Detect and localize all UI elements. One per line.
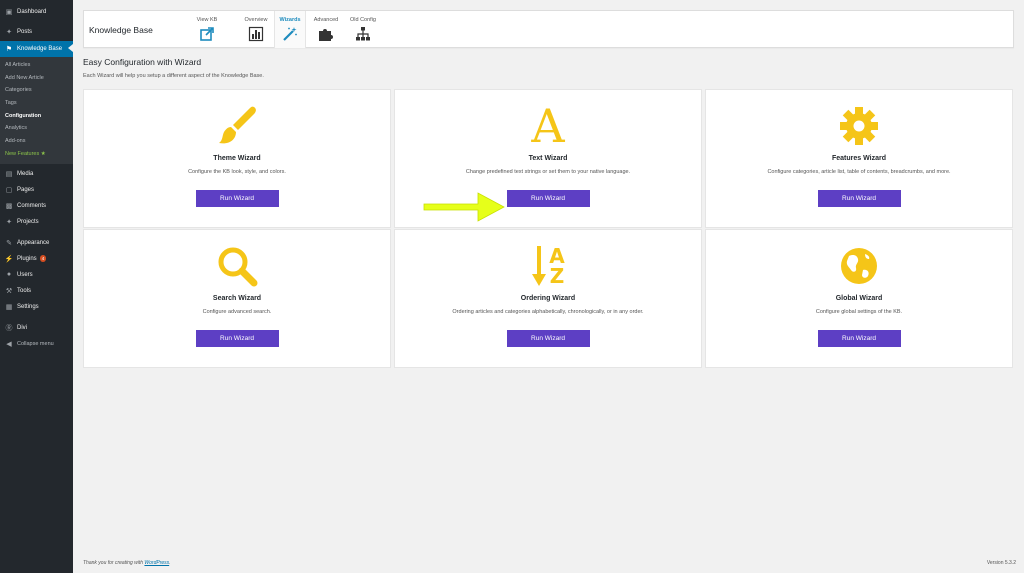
- run-global-wizard-button[interactable]: Run Wizard: [817, 330, 901, 347]
- tab-label: Old Config: [350, 17, 376, 23]
- menu-media[interactable]: ▤ Media: [0, 167, 73, 181]
- wizard-title: Global Wizard: [835, 295, 883, 302]
- collapse-icon: ◀: [6, 340, 12, 348]
- wizard-title: Theme Wizard: [213, 155, 261, 162]
- tab-label: Advanced: [313, 17, 339, 23]
- wizard-card-global: Global Wizard Configure global settings …: [705, 229, 1013, 368]
- media-icon: ▤: [5, 170, 13, 178]
- menu-plugins[interactable]: ⚡ Plugins 4: [0, 252, 73, 266]
- wizard-description: Configure global settings of the KB.: [815, 309, 903, 315]
- tab-view-kb[interactable]: View KB: [190, 11, 224, 48]
- menu-posts[interactable]: ✦ Posts: [0, 25, 73, 39]
- wizard-title: Search Wizard: [212, 295, 262, 302]
- search-icon: [212, 242, 262, 290]
- wizard-title: Features Wizard: [831, 155, 886, 162]
- admin-sidebar: ▣ Dashboard ✦ Posts ⚑ Knowledge Base All Ar…: [0, 0, 73, 573]
- wrench-icon: ⚒: [5, 287, 13, 295]
- sitemap-icon: [356, 27, 370, 41]
- kb-title: Knowledge Base: [89, 25, 153, 35]
- tab-label: Overview: [244, 17, 268, 23]
- plugin-icon: ⚡: [4, 255, 14, 263]
- section-title: Easy Configuration with Wizard: [83, 57, 202, 67]
- menu-users[interactable]: ● Users: [0, 268, 73, 282]
- gear-icon: [834, 102, 884, 150]
- menu-divi[interactable]: Ⓡ Divi: [0, 321, 73, 335]
- tab-old-config[interactable]: Old Config: [346, 11, 380, 48]
- tab-label: Wizards: [279, 17, 301, 23]
- bar-chart-icon: [248, 26, 264, 42]
- sort-glyph-z: Z: [549, 264, 565, 288]
- submenu-configuration[interactable]: Configuration: [0, 110, 73, 123]
- submenu-new-features[interactable]: New Features ★: [0, 148, 73, 161]
- menu-dashboard[interactable]: ▣ Dashboard: [0, 5, 73, 19]
- wizard-description: Configure the KB look, style, and colors…: [188, 169, 286, 175]
- menu-appearance[interactable]: ✎ Appearance: [0, 236, 73, 250]
- tab-advanced[interactable]: Advanced: [310, 11, 342, 48]
- submenu-analytics[interactable]: Analytics: [0, 122, 73, 135]
- menu-tools[interactable]: ⚒ Tools: [0, 284, 73, 298]
- run-features-wizard-button[interactable]: Run Wizard: [817, 190, 901, 207]
- sort-alpha-icon: A Z: [523, 242, 573, 290]
- run-search-wizard-button[interactable]: Run Wizard: [195, 330, 279, 347]
- menu-settings[interactable]: ▦ Settings: [0, 300, 73, 314]
- wizard-description: Configure categories, article list, tabl…: [767, 169, 951, 175]
- menu-pages[interactable]: ▢ Pages: [0, 183, 73, 197]
- wizard-title: Text Wizard: [528, 155, 568, 162]
- tab-label: View KB: [196, 17, 218, 23]
- pin-icon: ✦: [6, 29, 12, 36]
- divi-icon: Ⓡ: [5, 324, 13, 332]
- menu-knowledge-base[interactable]: ⚑ Knowledge Base: [0, 41, 73, 57]
- tab-wizards[interactable]: Wizards: [274, 11, 306, 48]
- highlight-arrow: [423, 192, 505, 222]
- wizard-description: Change predefined text strings or set th…: [465, 169, 631, 175]
- paint-brush-icon: [212, 102, 262, 150]
- plugins-update-badge: 4: [39, 255, 47, 262]
- sort-glyph-a: A: [549, 244, 565, 268]
- external-link-icon: [200, 27, 214, 41]
- wizard-card-theme: Theme Wizard Configure the KB look, styl…: [83, 89, 391, 228]
- paintbrush-icon: ✎: [6, 239, 12, 247]
- wizard-card-search: Search Wizard Configure advanced search.…: [83, 229, 391, 368]
- section-description: Each Wizard will help you setup a differ…: [83, 73, 264, 79]
- pin-icon: ✦: [6, 218, 12, 226]
- tab-overview[interactable]: Overview: [236, 11, 276, 48]
- kb-submenu: All Articles Add New Article Categories …: [0, 57, 73, 164]
- kb-header-bar: Knowledge Base View KB Overview Wizards …: [83, 10, 1014, 48]
- submenu-all-articles[interactable]: All Articles: [0, 59, 73, 72]
- submenu-categories[interactable]: Categories: [0, 84, 73, 97]
- comment-icon: ▩: [5, 202, 13, 210]
- menu-projects[interactable]: ✦ Projects: [0, 215, 73, 229]
- run-theme-wizard-button[interactable]: Run Wizard: [195, 190, 279, 207]
- run-ordering-wizard-button[interactable]: Run Wizard: [506, 330, 590, 347]
- wizard-card-ordering: A Z Ordering Wizard Ordering articles an…: [394, 229, 702, 368]
- wizard-description: Configure advanced search.: [202, 309, 272, 315]
- footer-version: Version 5.3.2: [986, 560, 1016, 566]
- dashboard-icon: ▣: [5, 9, 13, 16]
- wizard-title: Ordering Wizard: [520, 295, 576, 302]
- wordpress-link[interactable]: WordPress: [144, 560, 169, 566]
- wizard-card-features: Features Wizard Configure categories, ar…: [705, 89, 1013, 228]
- knowledge-base-icon: ⚑: [5, 46, 13, 53]
- footer-thanks: Thank you for creating with WordPress.: [83, 560, 171, 566]
- pages-icon: ▢: [5, 186, 13, 194]
- magic-wand-icon: [283, 27, 297, 41]
- run-text-wizard-button[interactable]: Run Wizard: [506, 190, 590, 207]
- submenu-add-new-article[interactable]: Add New Article: [0, 72, 73, 85]
- font-icon: A: [523, 102, 573, 150]
- menu-comments[interactable]: ▩ Comments: [0, 199, 73, 213]
- wizard-description: Ordering articles and categories alphabe…: [452, 309, 644, 315]
- font-glyph: A: [531, 99, 565, 153]
- collapse-menu-button[interactable]: ◀ Collapse menu: [0, 337, 73, 351]
- user-icon: ●: [6, 271, 12, 278]
- submenu-tags[interactable]: Tags: [0, 97, 73, 110]
- settings-icon: ▦: [5, 303, 13, 311]
- submenu-add-ons[interactable]: Add-ons: [0, 135, 73, 148]
- puzzle-icon: [319, 29, 333, 41]
- globe-icon: [834, 242, 884, 290]
